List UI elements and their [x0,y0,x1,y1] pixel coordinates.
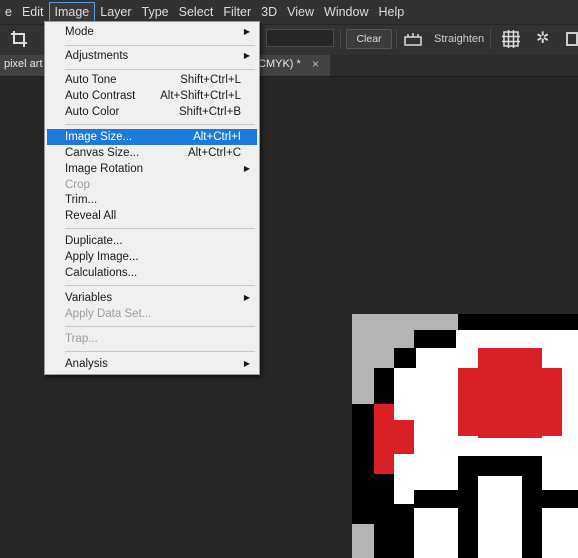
menu-item-canvas-size[interactable]: Canvas Size... Alt+Ctrl+C [47,145,257,161]
menu-separator [65,69,255,70]
menu-select[interactable]: Select [174,2,219,22]
menu-item-adjustments[interactable]: Adjustments ▶ [47,48,257,64]
menu-item-image-size[interactable]: Image Size... Alt+Ctrl+I [47,129,257,145]
grid-overlay-icon[interactable] [502,30,520,48]
menu-filter[interactable]: Filter [218,2,256,22]
tab-pixel-art-label: pixel art [4,58,43,70]
menu-separator [65,351,255,352]
menu-separator [65,285,255,286]
submenu-arrow-icon: ▶ [243,164,250,173]
menu-edit[interactable]: Edit [17,2,49,22]
tab-close-icon[interactable]: × [312,57,319,71]
menu-item-auto-tone[interactable]: Auto Tone Shift+Ctrl+L [47,72,257,88]
menu-item-auto-contrast[interactable]: Auto Contrast Alt+Shift+Ctrl+L [47,88,257,104]
options-separator [490,29,491,49]
menu-3d[interactable]: 3D [256,2,282,22]
ratio-field[interactable] [266,29,334,47]
options-separator [396,29,397,49]
menu-window[interactable]: Window [319,2,373,22]
menu-separator [65,45,255,46]
menu-separator [65,124,255,125]
menu-item-duplicate[interactable]: Duplicate... [47,233,257,249]
crop-tool-icon[interactable] [10,30,32,48]
straighten-label[interactable]: Straighten [434,33,484,45]
menu-item-reveal-all[interactable]: Reveal All [47,208,257,224]
menu-item-apply-image[interactable]: Apply Image... [47,249,257,265]
menu-layer[interactable]: Layer [95,2,136,22]
options-separator [340,29,341,49]
tab-active-document-label: CMYK) * [258,58,301,70]
menu-separator [65,326,255,327]
submenu-arrow-icon: ▶ [243,359,250,368]
content-aware-icon[interactable] [566,32,578,46]
menu-item-apply-data-set: Apply Data Set... [65,308,152,320]
menu-item-mode[interactable]: Mode ▶ [47,24,257,40]
menu-separator [65,228,255,229]
straighten-icon[interactable] [404,32,422,46]
menu-item-analysis[interactable]: Analysis ▶ [47,356,257,372]
clear-button[interactable]: Clear [346,29,392,49]
menu-item-trap: Trap... [65,333,98,345]
menu-item-crop: Crop [65,179,90,191]
menu-item-calculations[interactable]: Calculations... [47,265,257,281]
image-menu-dropdown: Mode ▶ Adjustments ▶ Auto Tone Shift+Ctr… [44,21,260,375]
menu-item-trim[interactable]: Trim... [47,192,257,208]
menu-item-image-rotation[interactable]: Image Rotation ▶ [47,161,257,177]
menu-item-auto-color[interactable]: Auto Color Shift+Ctrl+B [47,104,257,120]
menu-item-variables[interactable]: Variables ▶ [47,290,257,306]
menu-help[interactable]: Help [374,2,410,22]
menu-type[interactable]: Type [137,2,174,22]
submenu-arrow-icon: ▶ [243,27,250,36]
menu-view[interactable]: View [282,2,319,22]
pixel-art-image [352,314,578,558]
menu-image[interactable]: Image [48,2,96,22]
submenu-arrow-icon: ▶ [243,51,250,60]
gear-icon[interactable]: ✲ [536,31,549,47]
submenu-arrow-icon: ▶ [243,293,250,302]
menu-file-partial[interactable]: e [0,2,17,22]
